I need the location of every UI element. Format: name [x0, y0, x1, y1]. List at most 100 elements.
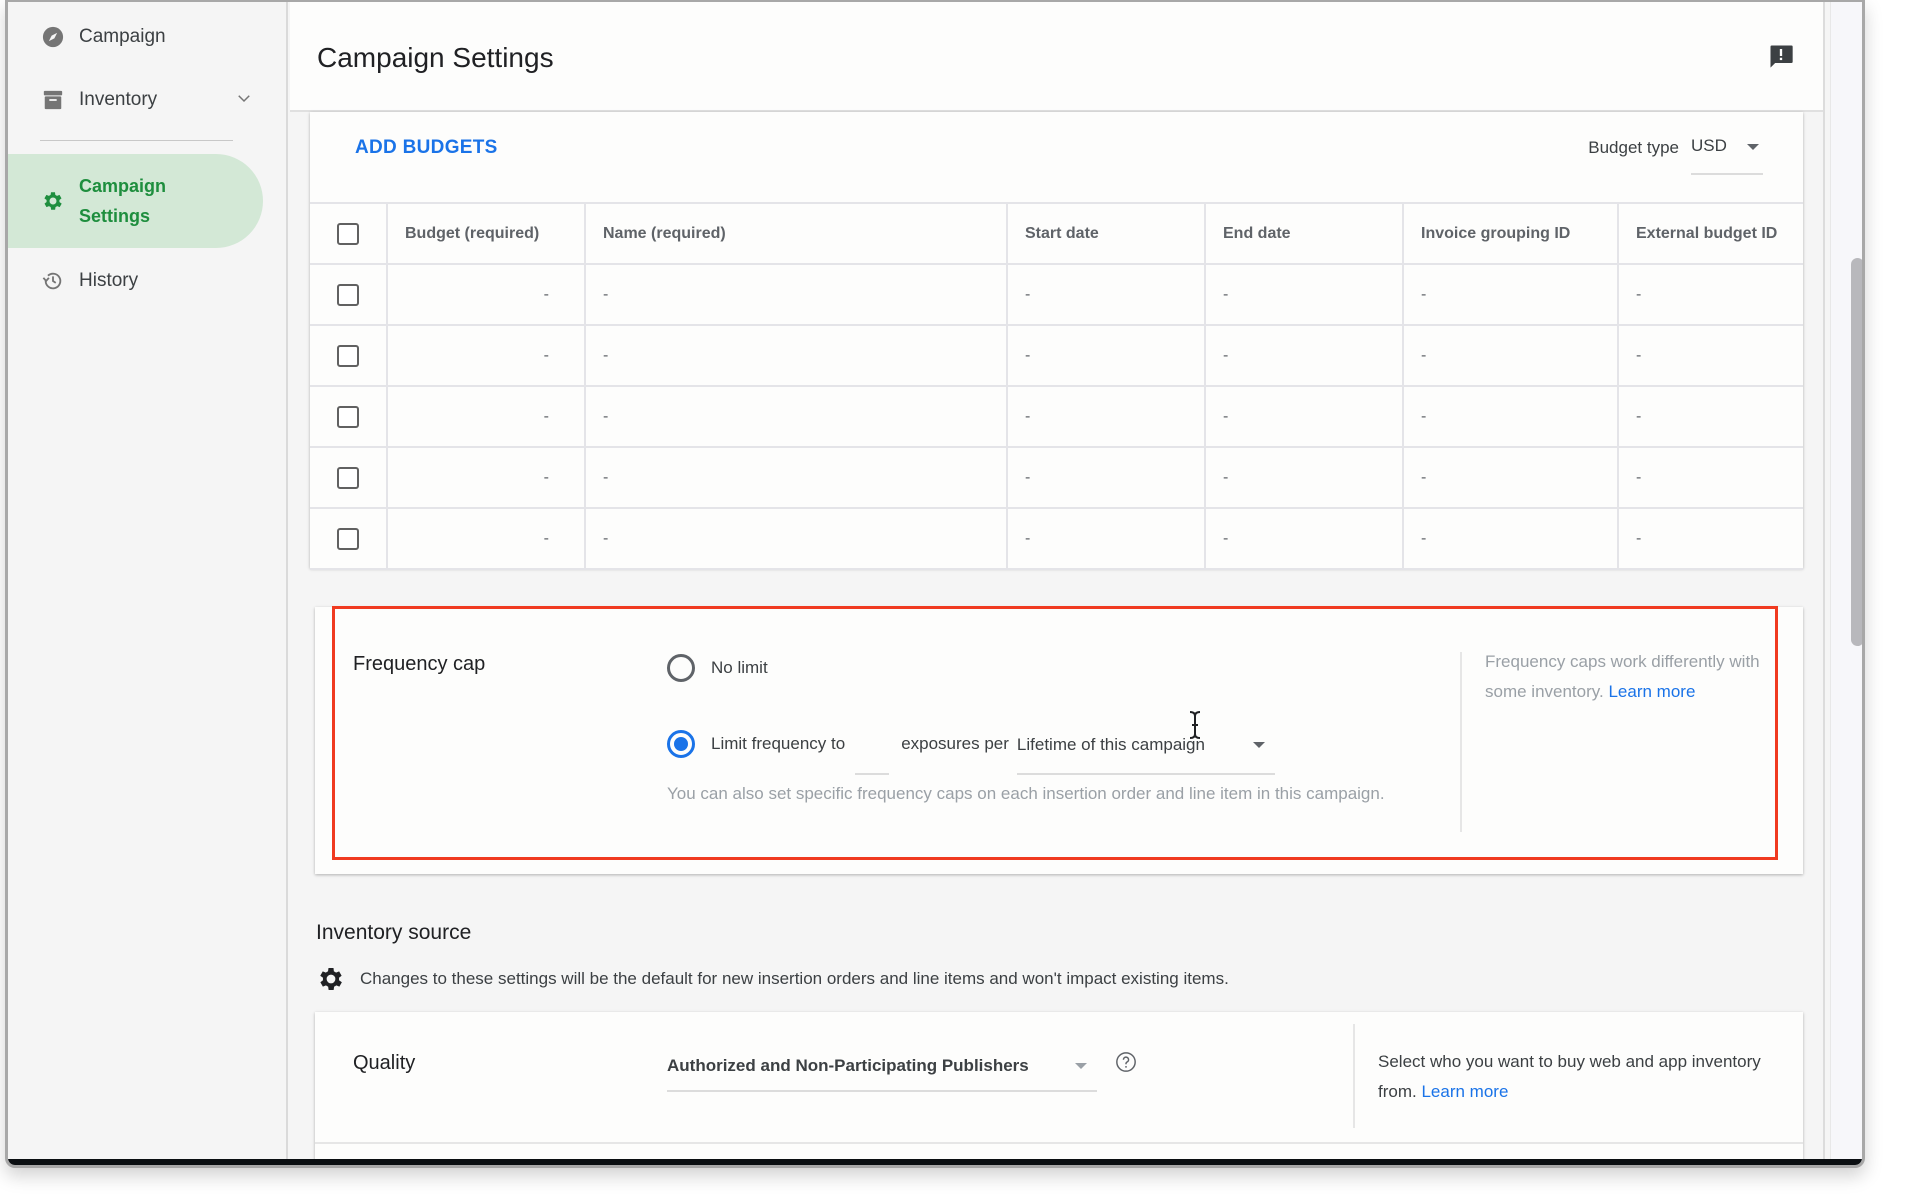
budgets-card: ADD BUDGETS Budget type USD Budget (requ… [310, 112, 1803, 570]
dropdown-arrow-icon [1075, 1063, 1087, 1069]
invoice-grouping-id-cell[interactable]: - [1402, 446, 1619, 509]
column-header[interactable]: Budget (required) [386, 202, 586, 265]
row-checkbox[interactable] [337, 344, 359, 367]
frequency-period-select[interactable]: Lifetime of this campaign [1016, 735, 1275, 775]
exposures-per-label: exposures per [901, 734, 1009, 753]
column-header[interactable]: End date [1204, 202, 1404, 265]
main-content: Campaign Settings ADD BUDGETS Budget typ… [290, 2, 1825, 1165]
start-date-cell[interactable]: - [1006, 507, 1206, 570]
budget-type-select[interactable]: USD [1691, 135, 1763, 175]
column-header[interactable]: Invoice grouping ID [1402, 202, 1619, 265]
limit-frequency-radio[interactable] [667, 730, 695, 758]
gear-icon [41, 189, 65, 213]
invoice-grouping-id-cell[interactable]: - [1402, 385, 1619, 448]
end-date-cell[interactable]: - [1204, 324, 1404, 387]
table-row: - - - - - - [310, 385, 1803, 448]
inventory-source-note: Changes to these settings will be the de… [316, 964, 1229, 994]
sidebar-item-inventory[interactable]: Inventory [8, 85, 253, 115]
no-limit-radio[interactable] [667, 654, 695, 682]
sidebar-item-history[interactable]: History [8, 266, 138, 296]
frequency-cap-label: Frequency cap [353, 653, 486, 675]
budget-cell[interactable]: - [386, 324, 586, 387]
sidebar-item-label: History [79, 270, 139, 291]
start-date-cell[interactable]: - [1006, 263, 1206, 326]
window-bottom-edge [8, 1159, 1862, 1165]
table-header-row: Budget (required) Name (required) Start … [310, 202, 1803, 265]
chevron-down-icon[interactable] [235, 89, 253, 113]
row-checkbox[interactable] [337, 527, 359, 550]
external-budget-id-cell[interactable]: - [1617, 385, 1803, 448]
quality-label: Quality [353, 1052, 416, 1074]
row-checkbox[interactable] [337, 283, 359, 306]
vertical-divider [1460, 652, 1462, 832]
budget-type-label: Budget type [1588, 138, 1679, 157]
app-window: Campaign Inventory Campaign Settings His… [5, 0, 1865, 1168]
column-header[interactable]: Start date [1006, 202, 1206, 265]
compass-icon [41, 25, 65, 49]
external-budget-id-cell[interactable]: - [1617, 446, 1803, 509]
row-checkbox[interactable] [337, 405, 359, 428]
end-date-cell[interactable]: - [1204, 446, 1404, 509]
column-header[interactable]: External budget ID [1617, 202, 1803, 265]
budget-cell[interactable]: - [386, 507, 586, 570]
budget-type-value: USD [1691, 136, 1727, 155]
table-row: - - - - - - [310, 263, 1803, 326]
external-budget-id-cell[interactable]: - [1617, 324, 1803, 387]
no-limit-option[interactable]: No limit [667, 654, 768, 682]
table-row: - - - - - - [310, 446, 1803, 509]
end-date-cell[interactable]: - [1204, 507, 1404, 570]
quality-select[interactable]: Authorized and Non-Participating Publish… [667, 1056, 1097, 1092]
end-date-cell[interactable]: - [1204, 385, 1404, 448]
name-cell[interactable]: - [584, 385, 1008, 448]
budget-cell[interactable]: - [386, 263, 586, 326]
gear-icon [316, 964, 346, 994]
page-title: Campaign Settings [317, 42, 554, 73]
archive-icon [41, 88, 65, 112]
external-budget-id-cell[interactable]: - [1617, 263, 1803, 326]
frequency-cap-side-note: Frequency caps work differently with som… [1485, 647, 1785, 707]
start-date-cell[interactable]: - [1006, 324, 1206, 387]
quality-card: Quality Authorized and Non-Participating… [315, 1012, 1803, 1165]
table-row: - - - - - - [310, 324, 1803, 387]
sidebar-item-campaign-settings[interactable]: Campaign Settings [8, 154, 263, 248]
invoice-grouping-id-cell[interactable]: - [1402, 507, 1619, 570]
invoice-grouping-id-cell[interactable]: - [1402, 324, 1619, 387]
inventory-source-note-text: Changes to these settings will be the de… [360, 969, 1229, 988]
budget-cell[interactable]: - [386, 446, 586, 509]
vertical-divider [1353, 1024, 1355, 1128]
learn-more-link[interactable]: Learn more [1421, 1082, 1508, 1101]
add-budgets-button[interactable]: ADD BUDGETS [355, 137, 498, 159]
end-date-cell[interactable]: - [1204, 263, 1404, 326]
name-cell[interactable]: - [584, 263, 1008, 326]
budgets-table: Budget (required) Name (required) Start … [310, 202, 1803, 570]
name-cell[interactable]: - [584, 507, 1008, 570]
limit-frequency-option[interactable]: Limit frequency to exposures per Lifetim… [667, 711, 1275, 775]
external-budget-id-cell[interactable]: - [1617, 507, 1803, 570]
frequency-limit-input[interactable] [855, 735, 890, 775]
sidebar-item-campaign[interactable]: Campaign [8, 22, 166, 52]
page-header: Campaign Settings [290, 2, 1823, 112]
table-row: - - - - - - [310, 507, 1803, 570]
column-header[interactable]: Name (required) [584, 202, 1008, 265]
history-icon [41, 269, 65, 293]
select-all-checkbox[interactable] [337, 222, 359, 245]
start-date-cell[interactable]: - [1006, 446, 1206, 509]
frequency-cap-help-text: You can also set specific frequency caps… [667, 784, 1385, 803]
dropdown-arrow-icon [1747, 144, 1759, 150]
row-checkbox[interactable] [337, 466, 359, 489]
name-cell[interactable]: - [584, 446, 1008, 509]
limit-frequency-label: Limit frequency to [711, 734, 846, 753]
start-date-cell[interactable]: - [1006, 385, 1206, 448]
name-cell[interactable]: - [584, 324, 1008, 387]
frequency-period-value: Lifetime of this campaign [1016, 735, 1205, 754]
dropdown-arrow-icon [1252, 742, 1265, 748]
budget-cell[interactable]: - [386, 385, 586, 448]
sidebar-item-label: Inventory [79, 89, 158, 110]
sidebar-item-label: Campaign [79, 26, 166, 47]
feedback-icon[interactable] [1767, 42, 1795, 75]
invoice-grouping-id-cell[interactable]: - [1402, 263, 1619, 326]
sidebar: Campaign Inventory Campaign Settings His… [8, 2, 288, 1165]
scrollbar-thumb[interactable] [1851, 258, 1862, 646]
learn-more-link[interactable]: Learn more [1608, 682, 1695, 701]
help-icon[interactable] [1115, 1051, 1137, 1078]
